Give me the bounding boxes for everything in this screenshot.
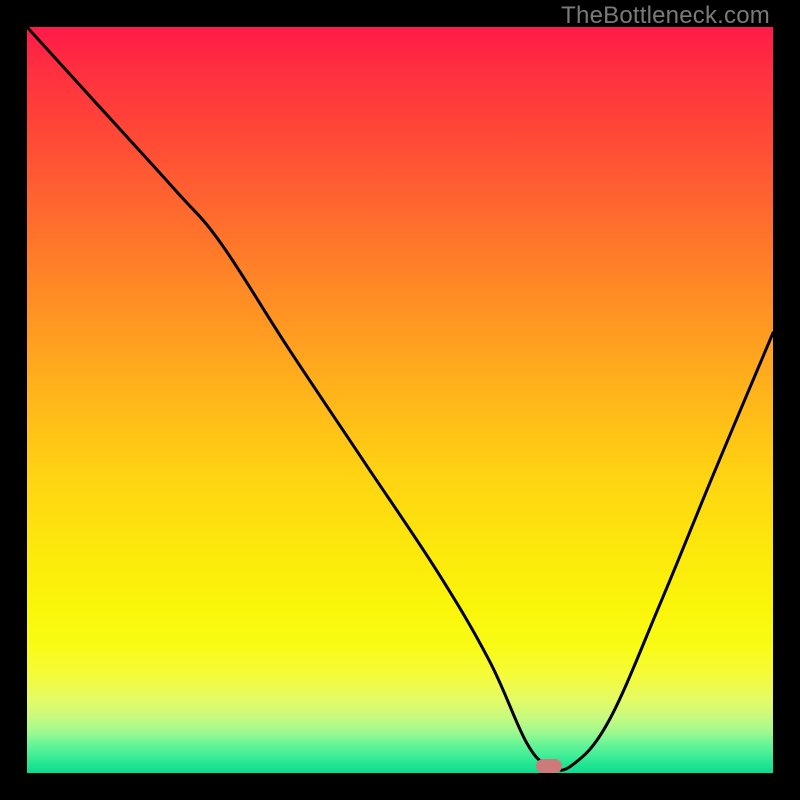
plot-area xyxy=(27,27,773,773)
optimal-point-marker xyxy=(536,759,562,773)
chart-frame: TheBottleneck.com xyxy=(0,0,800,800)
bottleneck-curve xyxy=(27,27,773,773)
watermark-text: TheBottleneck.com xyxy=(561,2,770,30)
